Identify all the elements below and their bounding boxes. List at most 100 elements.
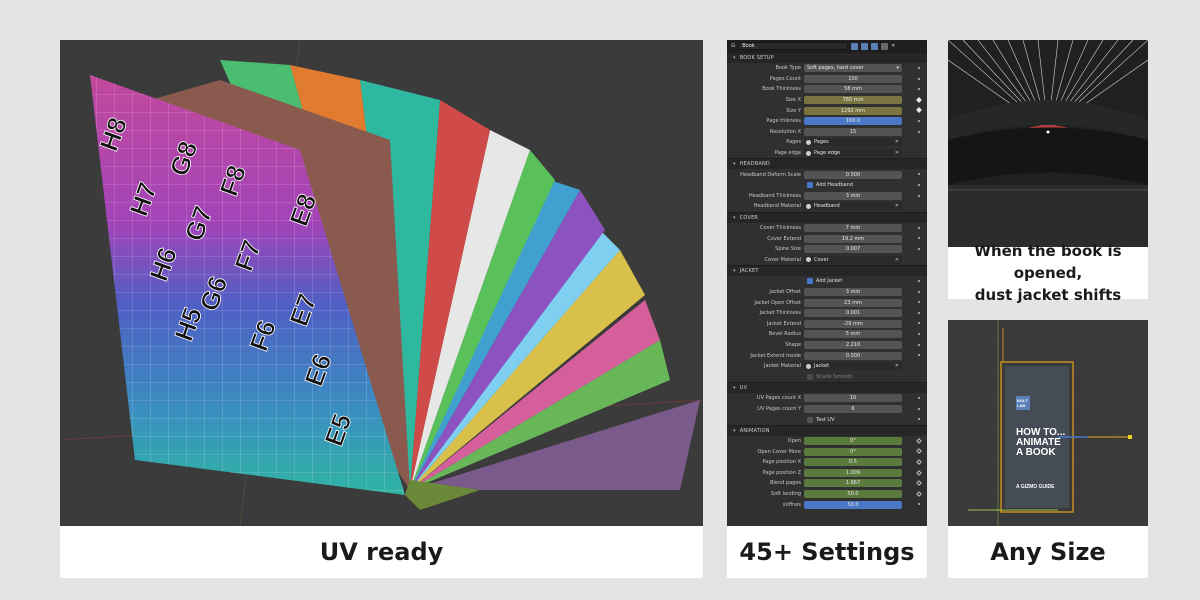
keyframe-diamond-icon[interactable] bbox=[916, 96, 922, 103]
keyframe-dot-icon[interactable] bbox=[918, 130, 920, 133]
jacket-thickness-field[interactable]: 0.001 bbox=[804, 309, 902, 318]
shade-smooth-checkbox[interactable]: Shade Smooth bbox=[807, 373, 853, 380]
keyframe-dot-icon[interactable] bbox=[918, 88, 920, 91]
keyframe-dot-icon[interactable] bbox=[918, 237, 920, 240]
page-position-x-field[interactable]: 0.5 bbox=[804, 458, 902, 467]
row-label: Cover Extend bbox=[767, 235, 801, 242]
bevel-radius-field[interactable]: 5 mm bbox=[804, 330, 902, 339]
size-x-field[interactable]: 760 mm bbox=[804, 96, 902, 105]
keyframe-diamond-icon[interactable] bbox=[916, 437, 922, 444]
keyframe-dot-icon[interactable] bbox=[918, 354, 920, 357]
keyframe-dot-icon[interactable] bbox=[918, 397, 920, 400]
keyframe-dot-icon[interactable] bbox=[918, 418, 920, 421]
row-add-headband: Add Headband bbox=[727, 180, 927, 191]
page-thikness-slider[interactable]: 160.0 bbox=[804, 117, 902, 126]
keyframe-dot-icon[interactable] bbox=[918, 77, 920, 80]
render-icon[interactable] bbox=[881, 42, 889, 50]
shader-icon[interactable] bbox=[851, 42, 859, 50]
soft-landing-field[interactable]: 50.0 bbox=[804, 490, 902, 499]
row-label: Page position Z bbox=[762, 469, 801, 476]
book-type-dropdown[interactable]: Soft pages, hard cover ▾ bbox=[804, 64, 902, 73]
open-field[interactable]: 0° bbox=[804, 437, 902, 446]
keyframe-dot-icon[interactable] bbox=[918, 407, 920, 410]
clear-icon[interactable]: ✕ bbox=[895, 362, 899, 370]
headband-material-field[interactable]: Headband ✕ bbox=[804, 202, 902, 211]
stiffnes-slider[interactable]: 50.0 bbox=[804, 500, 902, 509]
resolution-x-field[interactable]: 15 bbox=[804, 127, 902, 136]
uv-pages-x-field[interactable]: 10 bbox=[804, 394, 902, 403]
keyframe-dot-icon[interactable] bbox=[918, 503, 920, 506]
row-pages-count: Pages Count 100 bbox=[727, 74, 927, 85]
jacket-extend-field[interactable]: -29 mm bbox=[804, 319, 902, 328]
open-cover-more-field[interactable]: 0° bbox=[804, 447, 902, 456]
keyframe-dot-icon[interactable] bbox=[918, 226, 920, 229]
close-icon[interactable]: ✕ bbox=[891, 43, 895, 49]
jacket-extend-inside-field[interactable]: 0.500 bbox=[804, 351, 902, 360]
keyframe-dot-icon[interactable] bbox=[918, 280, 920, 283]
keyframe-diamond-icon[interactable] bbox=[916, 448, 922, 455]
keyframe-dot-icon[interactable] bbox=[918, 183, 920, 186]
test-uv-checkbox[interactable]: Test UV bbox=[807, 416, 835, 423]
row-label: stiffnes bbox=[782, 501, 801, 508]
jacket-material-field[interactable]: Jacket ✕ bbox=[804, 362, 902, 371]
headband-thickness-field[interactable]: 3 mm bbox=[804, 191, 902, 200]
shape-field[interactable]: 2.210 bbox=[804, 340, 902, 349]
blend-pages-field[interactable]: 1.667 bbox=[804, 479, 902, 488]
page-edge-material-field[interactable]: Page edge ✕ bbox=[804, 149, 902, 158]
cover-material-field[interactable]: Cover ✕ bbox=[804, 255, 902, 264]
pages-material-field[interactable]: Pages ✕ bbox=[804, 138, 902, 147]
keyframe-dot-icon[interactable] bbox=[918, 173, 920, 176]
row-book-thickness: Book Thickness 58 mm bbox=[727, 84, 927, 95]
cover-thickness-field[interactable]: 7 mm bbox=[804, 224, 902, 233]
section-cover[interactable]: COVER bbox=[727, 211, 927, 223]
uv-viewport[interactable]: H8 G8 F8 E8 H7 G7 F7 E7 H6 G6 F6 E6 H5 E… bbox=[60, 40, 703, 526]
add-headband-checkbox[interactable]: Add Headband bbox=[807, 182, 853, 189]
add-jacket-checkbox[interactable]: Add Jacket bbox=[807, 278, 842, 285]
keyframe-dot-icon[interactable] bbox=[918, 301, 920, 304]
keyframe-dot-icon[interactable] bbox=[918, 322, 920, 325]
section-uv[interactable]: UV bbox=[727, 382, 927, 394]
jacket-offset-field[interactable]: 3 mm bbox=[804, 287, 902, 296]
cover-extend-field[interactable]: 19.2 mm bbox=[804, 234, 902, 243]
clear-icon[interactable]: ✕ bbox=[895, 202, 899, 210]
camera-icon[interactable] bbox=[871, 42, 879, 50]
headband-deform-field[interactable]: 0.500 bbox=[804, 170, 902, 179]
section-jacket[interactable]: JACKET bbox=[727, 265, 927, 277]
spine-size-field[interactable]: 0.007 bbox=[804, 245, 902, 254]
keyframe-dot-icon[interactable] bbox=[918, 333, 920, 336]
image-icon[interactable] bbox=[861, 42, 869, 50]
section-book-setup[interactable]: BOOK SETUP bbox=[727, 52, 927, 63]
section-animation[interactable]: ANIMATION bbox=[727, 424, 927, 436]
object-name-field[interactable]: Book bbox=[738, 42, 849, 50]
pages-count-field[interactable]: 100 bbox=[804, 74, 902, 83]
size-caption-text: Any Size bbox=[990, 538, 1106, 566]
keyframe-diamond-icon[interactable] bbox=[916, 490, 922, 497]
section-headband[interactable]: HEADBAND bbox=[727, 158, 927, 170]
dust-jacket-render bbox=[948, 40, 1148, 247]
properties-panel[interactable]: ⊟ Book ✕ BOOK SETUP Book TypeSoft pages,… bbox=[727, 40, 927, 526]
keyframe-dot-icon[interactable] bbox=[918, 67, 920, 69]
keyframe-diamond-icon[interactable] bbox=[916, 480, 922, 487]
keyframe-diamond-icon[interactable] bbox=[916, 459, 922, 465]
clear-icon[interactable]: ✕ bbox=[895, 256, 899, 264]
row-jacket-thickness: Jacket Thickness 0.001 bbox=[727, 308, 927, 319]
keyframe-dot-icon[interactable] bbox=[918, 343, 920, 346]
keyframe-dot-icon[interactable] bbox=[918, 194, 920, 197]
jacket-open-offset-field[interactable]: 23 mm bbox=[804, 298, 902, 307]
size-y-field[interactable]: 1292 mm bbox=[804, 106, 902, 115]
row-label: Headband Material bbox=[753, 203, 801, 210]
clear-icon[interactable]: ✕ bbox=[895, 138, 899, 146]
uv-pages-y-field[interactable]: 6 bbox=[804, 404, 902, 413]
book-thickness-field[interactable]: 58 mm bbox=[804, 85, 902, 94]
row-label: Book Type bbox=[775, 65, 801, 72]
keyframe-dot-icon[interactable] bbox=[918, 311, 920, 314]
keyframe-diamond-icon[interactable] bbox=[916, 469, 922, 476]
clear-icon[interactable]: ✕ bbox=[895, 149, 899, 157]
keyframe-dot-icon[interactable] bbox=[918, 119, 920, 122]
page-position-z-field[interactable]: 1.009 bbox=[804, 468, 902, 477]
keyframe-diamond-icon[interactable] bbox=[916, 107, 922, 114]
size-viewport[interactable]: BOLT LAB HOW TO... ANIMATE A BOOK A GIZM… bbox=[948, 320, 1148, 526]
keyframe-dot-icon[interactable] bbox=[918, 290, 920, 293]
row-stiffnes: stiffnes 50.0 bbox=[727, 499, 927, 510]
keyframe-dot-icon[interactable] bbox=[918, 247, 920, 250]
